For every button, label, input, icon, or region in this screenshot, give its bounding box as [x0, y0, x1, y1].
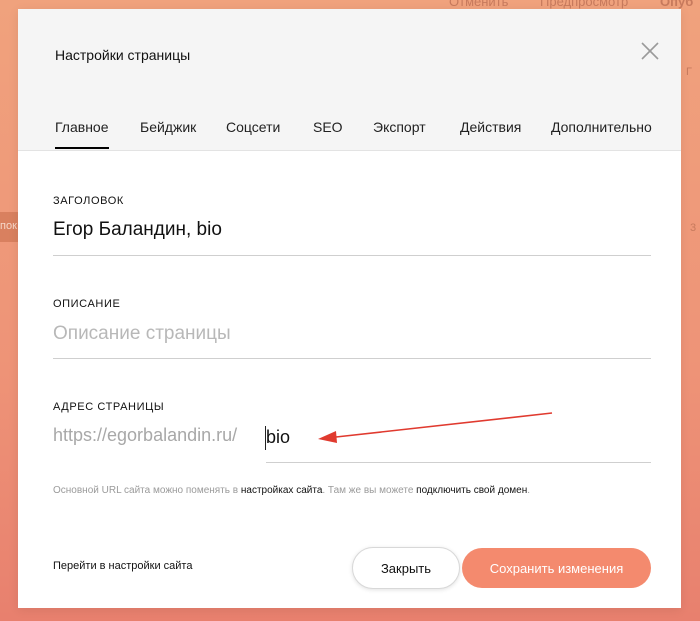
- address-field-underline: [266, 462, 651, 463]
- description-field[interactable]: [53, 321, 651, 347]
- tab-advanced[interactable]: Дополнительно: [551, 119, 652, 135]
- url-prefix: https://egorbalandin.ru/: [53, 425, 238, 445]
- address-slug-field[interactable]: [266, 424, 651, 450]
- save-changes-button[interactable]: Сохранить изменения: [462, 548, 651, 588]
- modal-header: Настройки страницы Главное Бейджик Соцсе…: [18, 9, 681, 151]
- tab-seo[interactable]: SEO: [313, 119, 343, 135]
- tab-badge[interactable]: Бейджик: [140, 119, 196, 135]
- tab-export[interactable]: Экспорт: [373, 119, 426, 135]
- modal-title: Настройки страницы: [55, 47, 191, 63]
- tab-social[interactable]: Соцсети: [226, 119, 280, 135]
- close-button[interactable]: Закрыть: [352, 547, 460, 589]
- title-field-label: ЗАГОЛОВОК: [53, 195, 124, 207]
- page-settings-modal: Настройки страницы Главное Бейджик Соцсе…: [18, 9, 681, 608]
- hint-text-1: Основной URL сайта можно поменять в: [53, 485, 241, 496]
- tab-main[interactable]: Главное: [55, 119, 109, 149]
- bg-left-tab: пок: [0, 212, 18, 242]
- bg-left-tab-label: пок: [0, 220, 17, 232]
- bg-publish-link: Опуб: [660, 0, 694, 9]
- description-field-label: ОПИСАНИЕ: [53, 298, 121, 310]
- hint-text-3: .: [527, 485, 530, 496]
- title-field[interactable]: [53, 217, 651, 243]
- bg-right-mark-1: Г: [686, 66, 692, 78]
- tab-actions[interactable]: Действия: [460, 119, 521, 135]
- site-settings-hint-link[interactable]: настройках сайта: [241, 485, 322, 496]
- connect-domain-link[interactable]: подключить свой домен: [416, 485, 527, 496]
- bg-cancel-link: Отменить: [449, 0, 509, 9]
- url-hint: Основной URL сайта можно поменять в наст…: [53, 485, 530, 496]
- address-field-label: АДРЕС СТРАНИЦЫ: [53, 401, 165, 413]
- bg-right-mark-2: 3: [690, 222, 697, 234]
- go-to-site-settings-link[interactable]: Перейти в настройки сайта: [53, 560, 192, 572]
- hint-text-2: . Там же вы можете: [322, 485, 417, 496]
- close-icon[interactable]: [639, 40, 661, 62]
- bg-preview-link: Предпросмотр: [540, 0, 629, 9]
- title-field-underline: [53, 255, 651, 256]
- description-field-underline: [53, 358, 651, 359]
